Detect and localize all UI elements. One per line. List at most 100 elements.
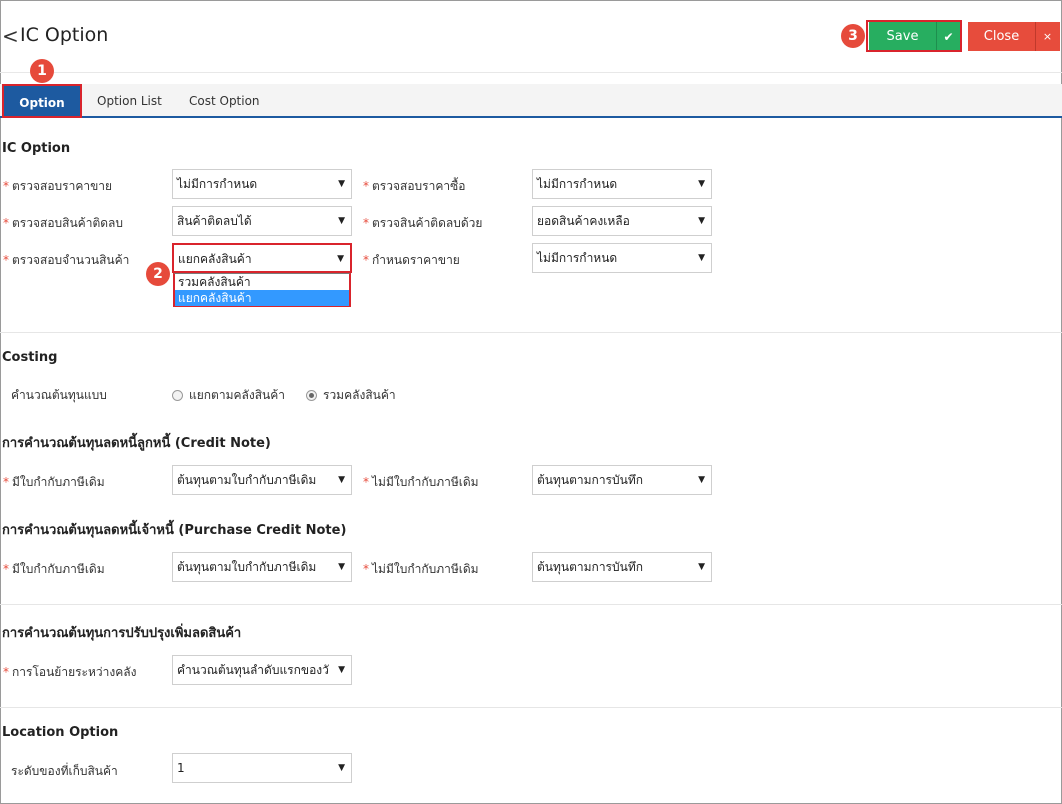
tab-cost-option[interactable]: Cost Option (189, 84, 260, 118)
select-check-negative-stock[interactable]: สินค้าติดลบได้ ▼ (172, 206, 352, 236)
tab-option[interactable]: Option (2, 84, 82, 118)
chevron-down-icon: ▼ (337, 254, 344, 264)
close-button[interactable]: Close × (968, 22, 1060, 51)
chevron-down-icon: ▼ (698, 253, 705, 263)
save-highlight (866, 20, 962, 52)
required-mark: * (363, 216, 369, 230)
select-check-purchase-price[interactable]: ไม่มีการกำหนด ▼ (532, 169, 712, 199)
dropdown-list: รวมคลังสินค้า แยกคลังสินค้า (173, 273, 351, 307)
field-label: * ตรวจสอบสินค้าติดลบ (3, 214, 123, 233)
step-badge-2: 2 (146, 262, 170, 286)
required-mark: * (3, 179, 9, 193)
select-value: คำนวณต้นทุนลำดับแรกของวั (177, 663, 329, 677)
field-label-text: ตรวจสอบราคาขาย (12, 179, 113, 193)
select-value: ยอดสินค้าคงเหลือ (537, 214, 630, 228)
section-divider (0, 604, 1062, 605)
chevron-down-icon: ▼ (338, 763, 345, 773)
select-value: ต้นทุนตามใบกำกับภาษีเดิม (177, 473, 317, 487)
required-mark: * (3, 562, 9, 576)
field-label: * มีใบกำกับภาษีเดิม (3, 473, 105, 492)
chevron-down-icon: ▼ (698, 475, 705, 485)
field-label-text: การโอนย้ายระหว่างคลัง (12, 665, 137, 679)
select-value: ไม่มีการกำหนด (537, 251, 618, 265)
section-title-location-option: Location Option (2, 725, 119, 740)
costing-label: คำนวณต้นทุนแบบ (11, 388, 107, 402)
chevron-down-icon: ▼ (698, 179, 705, 189)
section-divider (0, 332, 1062, 333)
field-label: * มีใบกำกับภาษีเดิม (3, 560, 105, 579)
required-mark: * (363, 253, 369, 267)
chevron-down-icon: ▼ (698, 216, 705, 226)
required-mark: * (3, 665, 9, 679)
chevron-down-icon: ▼ (698, 562, 705, 572)
radio-icon (172, 390, 183, 401)
close-label: Close (983, 29, 1020, 44)
select-value: ไม่มีการกำหนด (177, 177, 258, 191)
select-check-quantity[interactable]: แยกคลังสินค้า ▼ (172, 243, 352, 273)
section-title-ic-option: IC Option (2, 141, 71, 156)
select-storage-level[interactable]: 1 ▼ (172, 753, 352, 783)
field-label-text: มีใบกำกับภาษีเดิม (12, 562, 105, 576)
select-pcn-with-invoice[interactable]: ต้นทุนตามใบกำกับภาษีเดิม ▼ (172, 552, 352, 582)
required-mark: * (363, 179, 369, 193)
step-badge-1: 1 (30, 59, 54, 83)
select-negative-check-by[interactable]: ยอดสินค้าคงเหลือ ▼ (532, 206, 712, 236)
select-value: แยกคลังสินค้า (178, 252, 252, 266)
select-value: ต้นทุนตามการบันทึก (537, 560, 643, 574)
required-mark: * (3, 475, 9, 489)
header-divider (0, 72, 1062, 73)
field-label-text: ตรวจสอบจำนวนสินค้า (12, 253, 130, 267)
radio-checked-icon (306, 390, 317, 401)
radio-label: รวมคลังสินค้า (323, 388, 396, 402)
select-pcn-without-invoice[interactable]: ต้นทุนตามการบันทึก ▼ (532, 552, 712, 582)
page-title: IC Option (20, 24, 109, 46)
back-icon[interactable]: < (2, 24, 19, 48)
select-value: ไม่มีการกำหนด (537, 177, 618, 191)
section-title-costing: Costing (2, 350, 58, 365)
select-value: ต้นทุนตามใบกำกับภาษีเดิม (177, 560, 317, 574)
field-label-text: ระดับของที่เก็บสินค้า (11, 764, 118, 778)
select-cn-with-invoice[interactable]: ต้นทุนตามใบกำกับภาษีเดิม ▼ (172, 465, 352, 495)
select-value: สินค้าติดลบได้ (177, 214, 252, 228)
select-value: ต้นทุนตามการบันทึก (537, 473, 643, 487)
field-label: * ไม่มีใบกำกับภาษีเดิม (363, 560, 479, 579)
chevron-down-icon: ▼ (338, 179, 345, 189)
chevron-down-icon: ▼ (338, 475, 345, 485)
close-icon: × (1035, 22, 1059, 51)
field-label-text: ตรวจสินค้าติดลบด้วย (372, 216, 483, 230)
chevron-down-icon: ▼ (338, 562, 345, 572)
field-label-text: ตรวจสอบสินค้าติดลบ (12, 216, 124, 230)
field-label: * ตรวจสอบจำนวนสินค้า (3, 251, 129, 270)
section-title-credit-note: การคำนวณต้นทุนลดหนี้ลูกหนี้ (Credit Note… (2, 436, 271, 451)
tab-option-list[interactable]: Option List (97, 84, 162, 118)
field-label-text: ไม่มีใบกำกับภาษีเดิม (372, 562, 479, 576)
chevron-down-icon: ▼ (338, 216, 345, 226)
select-set-sale-price[interactable]: ไม่มีการกำหนด ▼ (532, 243, 712, 273)
radio-by-warehouse[interactable]: แยกตามคลังสินค้า (172, 386, 285, 405)
field-label-text: ไม่มีใบกำกับภาษีเดิม (372, 475, 479, 489)
radio-combined-warehouse[interactable]: รวมคลังสินค้า (306, 386, 396, 405)
select-check-sale-price[interactable]: ไม่มีการกำหนด ▼ (172, 169, 352, 199)
field-label-text: มีใบกำกับภาษีเดิม (12, 475, 105, 489)
dropdown-option[interactable]: รวมคลังสินค้า (175, 274, 349, 290)
chevron-down-icon: ▼ (338, 665, 345, 675)
field-label: * กำหนดราคาขาย (363, 251, 460, 270)
field-label: * ตรวจสอบราคาขาย (3, 177, 112, 196)
select-transfer-between-warehouse[interactable]: คำนวณต้นทุนลำดับแรกของวั ▼ (172, 655, 352, 685)
field-label: * ไม่มีใบกำกับภาษีเดิม (363, 473, 479, 492)
required-mark: * (363, 562, 369, 576)
field-label-text: กำหนดราคาขาย (372, 253, 460, 267)
field-label: * การโอนย้ายระหว่างคลัง (3, 663, 136, 682)
select-value: 1 (177, 761, 185, 775)
required-mark: * (363, 475, 369, 489)
select-cn-without-invoice[interactable]: ต้นทุนตามการบันทึก ▼ (532, 465, 712, 495)
window-frame (0, 0, 1062, 804)
section-divider (0, 707, 1062, 708)
section-title-adjust: การคำนวณต้นทุนการปรับปรุงเพิ่มลดสินค้า (2, 626, 242, 641)
field-label: * ตรวจสินค้าติดลบด้วย (363, 214, 482, 233)
dropdown-option-selected[interactable]: แยกคลังสินค้า (175, 290, 349, 306)
section-title-purchase-credit-note: การคำนวณต้นทุนลดหนี้เจ้าหนี้ (Purchase C… (2, 523, 347, 538)
required-mark: * (3, 253, 9, 267)
field-label: * ตรวจสอบราคาซื้อ (363, 177, 465, 196)
field-label-text: ตรวจสอบราคาซื้อ (372, 179, 466, 193)
